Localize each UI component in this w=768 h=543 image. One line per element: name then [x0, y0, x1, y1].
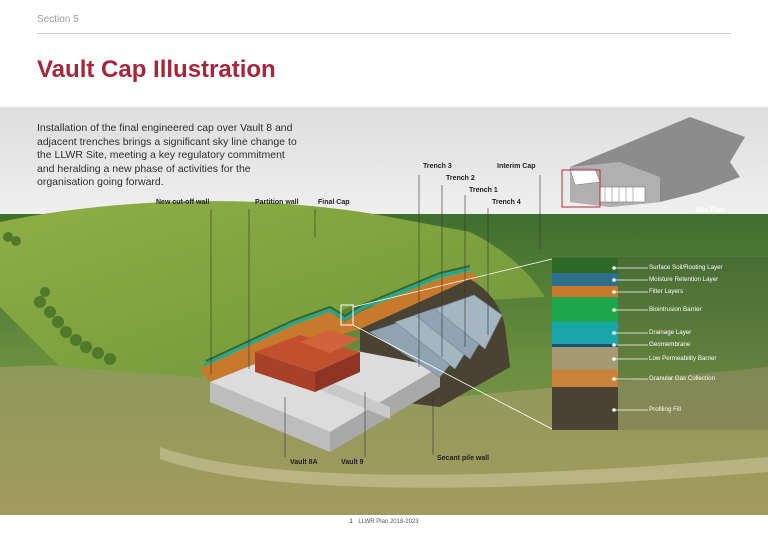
section-label: Section 5 [37, 14, 79, 25]
page-title: Vault Cap Illustration [37, 56, 276, 83]
label-final-cap: Final Cap [318, 199, 350, 206]
page-number: 1 [349, 519, 353, 525]
intro-text: Installation of the final engineered cap… [37, 122, 297, 188]
label-trench-2: Trench 2 [446, 175, 475, 182]
label-vault-8a: Vault 8A [290, 459, 318, 466]
label-trench-3: Trench 3 [423, 163, 452, 170]
label-trench-4: Trench 4 [492, 199, 521, 206]
layer-label-filter: Filter Layers [649, 288, 684, 295]
layer-label-drainage: Drainage Layer [649, 329, 692, 336]
label-trench-1: Trench 1 [469, 187, 498, 194]
layer-label-surface-soil: Surface Soil/Rooting Layer [649, 264, 723, 271]
layer-label-granular-gas: Granular Gas Collection [649, 375, 716, 382]
label-partition-wall: Partition wall [255, 199, 299, 206]
layer-label-low-permeability: Low Permeability Barrier [649, 355, 717, 362]
layer-label-moisture-retention: Moisture Retention Layer [649, 276, 719, 283]
label-vault-9: Vault 9 [341, 459, 364, 466]
layer-label-geomembrane: Geomembrane [649, 341, 691, 348]
page-footer: 1 LLWR Plan 2018-2023 [0, 519, 768, 525]
layer-label-biointrusion: Biointrusion Barrier [649, 306, 702, 313]
layer-label-profiling-fill: Profiling Fill [649, 406, 681, 413]
label-secant-pile-wall: Secant pile wall [437, 455, 490, 462]
label-new-cutoff-wall: New cut-off wall [156, 199, 210, 206]
footer-text: LLWR Plan 2018-2023 [358, 519, 419, 525]
label-interim-cap: Interim Cap [497, 163, 536, 170]
label-site-plan: Site Plan [695, 207, 725, 214]
top-rule [37, 33, 731, 34]
